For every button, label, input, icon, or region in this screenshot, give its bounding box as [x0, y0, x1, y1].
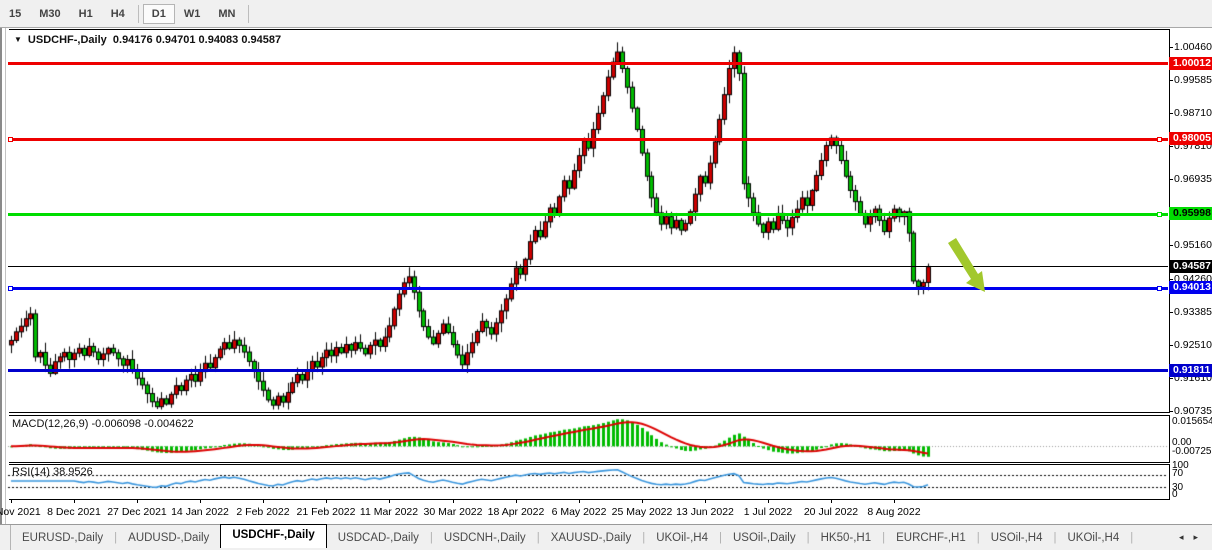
date-axis-tick-mark — [831, 499, 832, 503]
hline-1.00012[interactable] — [8, 62, 1168, 65]
symbol-tabbar: EURUSD-,Daily | AUDUSD-,Daily USDCHF-,Dai… — [0, 524, 1212, 550]
price-badge-0.98005: 0.98005 — [1169, 132, 1212, 145]
price-axis-tick-mark — [1169, 411, 1173, 412]
price-badge-0.91811: 0.91811 — [1169, 364, 1212, 377]
price-badge-1.00012: 1.00012 — [1169, 57, 1212, 70]
hline-0.94587[interactable] — [8, 266, 1168, 267]
macd-axis-label: 0.015654 — [1172, 416, 1212, 427]
tab-ukoil-h4[interactable]: UKOil-,H4 — [645, 529, 719, 547]
date-axis-tick-mark — [200, 499, 201, 503]
price-axis-label: 0.93385 — [1174, 306, 1212, 318]
date-axis-tick-mark — [326, 499, 327, 503]
price-axis-tick-mark — [1169, 312, 1173, 313]
price-badge-0.94587: 0.94587 — [1169, 260, 1212, 273]
date-axis-tick-mark — [894, 499, 895, 503]
hline-handle-0.94013-right[interactable] — [1157, 286, 1162, 291]
tab-scroll-controls: ◂ ▸ — [1179, 532, 1212, 543]
tab-scroll-right-icon[interactable]: ▸ — [1193, 532, 1198, 543]
hline-0.95998[interactable] — [8, 213, 1168, 216]
hline-0.98005[interactable] — [8, 138, 1168, 141]
tab-eurchf-h1[interactable]: EURCHF-,H1 — [885, 529, 977, 547]
chart-symbol-label: USDCHF-,Daily — [28, 34, 107, 46]
tab-usoil-h4[interactable]: USOil-,H4 — [980, 529, 1054, 547]
price-axis-tick-mark — [1169, 279, 1173, 280]
price-badge-0.94013: 0.94013 — [1169, 281, 1212, 294]
tab-usoil-daily[interactable]: USOil-,Daily — [722, 529, 807, 547]
timeframe-w1-button[interactable]: W1 — [175, 4, 210, 24]
date-axis-tick-mark — [579, 499, 580, 503]
tab-usdcnh-daily[interactable]: USDCNH-,Daily — [433, 529, 537, 547]
chart-ohlc-quote: 0.94176 0.94701 0.94083 0.94587 — [113, 34, 281, 46]
date-axis-tick-mark — [516, 499, 517, 503]
tab-scroll-left-icon[interactable]: ◂ — [1179, 532, 1184, 543]
hline-handle-0.94013-left[interactable] — [8, 286, 13, 291]
macd-name: MACD(12,26,9) — [12, 418, 88, 430]
candlestick-chart-canvas[interactable] — [0, 0, 1212, 549]
date-axis-tick-mark — [705, 499, 706, 503]
price-axis-tick-mark — [1169, 113, 1173, 114]
rsi-axis-label: 0 — [1172, 489, 1178, 500]
macd-values: -0.006098 -0.004622 — [91, 418, 193, 430]
timeframe-h1-button[interactable]: H1 — [70, 4, 102, 24]
price-axis-tick-mark — [1169, 47, 1173, 48]
date-axis-tick-mark — [11, 499, 12, 503]
tab-hk50-h1[interactable]: HK50-,H1 — [810, 529, 883, 547]
hline-handle-0.98005-left[interactable] — [8, 137, 13, 142]
tabbar-stub — [0, 525, 11, 550]
toolbar-separator — [138, 5, 139, 23]
price-badge-0.95998: 0.95998 — [1169, 207, 1212, 220]
price-axis-tick-mark — [1169, 245, 1173, 246]
price-axis-label: 0.90735 — [1174, 405, 1212, 417]
rsi-axis-label: 70 — [1172, 468, 1183, 479]
tab-ukoil-h4-2[interactable]: UKOil-,H4 — [1057, 529, 1131, 547]
date-axis-tick-mark — [642, 499, 643, 503]
date-axis-tick-mark — [263, 499, 264, 503]
price-axis-label: 0.96935 — [1174, 173, 1212, 185]
chart-title: ▼ USDCHF-,Daily 0.94176 0.94701 0.94083 0… — [14, 34, 281, 46]
macd-label: MACD(12,26,9) -0.006098 -0.004622 — [12, 418, 194, 430]
timeframe-15-button[interactable]: 15 — [0, 4, 30, 24]
toolbar-separator — [248, 5, 249, 23]
hline-0.94013[interactable] — [8, 287, 1168, 290]
date-axis-tick-mark — [389, 499, 390, 503]
hline-handle-0.95998-right[interactable] — [1157, 212, 1162, 217]
price-axis-label: 0.92510 — [1174, 339, 1212, 351]
price-axis-tick-mark — [1169, 378, 1173, 379]
tab-audusd-daily[interactable]: AUDUSD-,Daily — [117, 529, 220, 547]
timeframe-mn-button[interactable]: MN — [209, 4, 244, 24]
timeframe-d1-button[interactable]: D1 — [143, 4, 175, 24]
tab-eurusd-daily[interactable]: EURUSD-,Daily — [11, 529, 114, 547]
price-axis-tick-mark — [1169, 146, 1173, 147]
timeframe-h4-button[interactable]: H4 — [102, 4, 134, 24]
rsi-value: 38.9526 — [53, 466, 93, 478]
date-axis-tick-mark — [137, 499, 138, 503]
hline-0.91811[interactable] — [8, 369, 1168, 372]
tab-usdchf-daily[interactable]: USDCHF-,Daily — [220, 524, 326, 548]
price-axis-tick-mark — [1169, 345, 1173, 346]
timeframe-toolbar: 15 M30 H1 H4 D1 W1 MN — [0, 0, 1212, 28]
date-axis-label: 8 Aug 2022 — [854, 506, 934, 518]
price-axis-tick-mark — [1169, 80, 1173, 81]
timeframe-m30-button[interactable]: M30 — [30, 4, 69, 24]
date-axis-tick-mark — [74, 499, 75, 503]
price-axis-label: 0.95160 — [1174, 239, 1212, 251]
price-axis-tick-mark — [1169, 179, 1173, 180]
rsi-name: RSI(14) — [12, 466, 50, 478]
macd-axis-label: -0.007259 — [1172, 446, 1212, 457]
date-axis-tick-mark — [453, 499, 454, 503]
price-axis-label: 0.99585 — [1174, 74, 1212, 86]
tab-usdcad-daily[interactable]: USDCAD-,Daily — [327, 529, 430, 547]
chart-menu-triangle-icon[interactable]: ▼ — [14, 35, 22, 44]
price-axis-label: 0.98710 — [1174, 107, 1212, 119]
tab-xauusd-daily[interactable]: XAUUSD-,Daily — [540, 529, 643, 547]
rsi-label: RSI(14) 38.9526 — [12, 466, 93, 478]
price-axis-label: 1.00460 — [1174, 41, 1212, 53]
hline-handle-0.98005-right[interactable] — [1157, 137, 1162, 142]
date-axis-tick-mark — [768, 499, 769, 503]
tab-separator: | — [1130, 532, 1133, 544]
